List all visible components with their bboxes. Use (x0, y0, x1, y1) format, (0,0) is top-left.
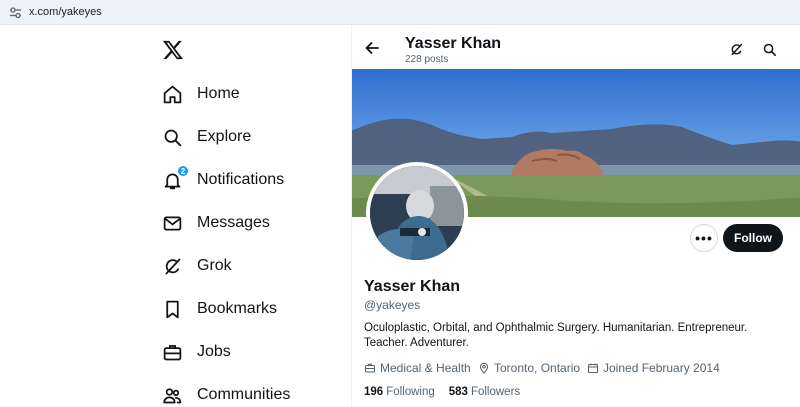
profile-joined: Joined February 2014 (587, 361, 720, 375)
grok-icon[interactable] (729, 42, 744, 57)
nav-label: Bookmarks (197, 300, 278, 317)
profile-category: Medical & Health (364, 361, 471, 375)
grok-icon (162, 256, 183, 277)
profile-handle: @yakeyes (364, 298, 421, 312)
calendar-icon (587, 363, 599, 374)
more-options-button[interactable]: ••• (690, 224, 718, 252)
mail-icon (162, 213, 183, 234)
profile-location: Toronto, Ontario (478, 361, 580, 375)
search-icon (162, 127, 183, 148)
category-text: Medical & Health (380, 361, 471, 375)
nav-label: Notifications (197, 171, 285, 188)
search-icon[interactable] (762, 42, 777, 57)
location-pin-icon (479, 362, 489, 374)
follow-counts: 196 Following 583 Followers (364, 386, 520, 398)
nav-item-notifications[interactable]: 2 Notifications (162, 164, 285, 195)
profile-name: Yasser Khan (364, 278, 461, 295)
nav-label: Messages (197, 214, 270, 231)
briefcase-icon (162, 342, 183, 363)
header-post-count: 228 posts (405, 54, 449, 65)
nav-item-bookmarks[interactable]: Bookmarks (162, 294, 277, 324)
profile-column: Yasser Khan 228 posts ••• Follow Yasser … (351, 25, 800, 407)
briefcase-icon (364, 363, 376, 373)
bookmark-icon (162, 299, 183, 320)
followers-count: 583 (448, 386, 468, 398)
nav-item-communities[interactable]: Communities (162, 380, 290, 407)
nav-item-explore[interactable]: Explore (162, 122, 251, 152)
location-text: Toronto, Ontario (494, 361, 581, 375)
home-icon (162, 84, 183, 105)
people-icon (162, 385, 183, 406)
profile-bio: Oculoplastic, Orbital, and Ophthalmic Su… (364, 322, 748, 349)
site-settings-icon[interactable] (9, 6, 22, 19)
header-title: Yasser Khan (405, 35, 502, 52)
bell-icon: 2 (162, 164, 189, 191)
joined-text: Joined February 2014 (603, 361, 720, 375)
nav-item-jobs[interactable]: Jobs (162, 337, 231, 367)
notification-badge: 2 (177, 164, 189, 177)
profile-avatar[interactable] (366, 162, 468, 264)
nav-label: Communities (197, 386, 291, 403)
following-link[interactable]: 196 Following (364, 386, 435, 398)
follow-button[interactable]: Follow (723, 224, 783, 252)
nav-item-messages[interactable]: Messages (162, 208, 270, 238)
browser-address-bar[interactable]: x.com/yakeyes (0, 0, 800, 25)
nav-item-grok[interactable]: Grok (162, 251, 232, 281)
nav-label: Grok (197, 257, 232, 274)
url-text[interactable]: x.com/yakeyes (29, 6, 102, 19)
following-label: Following (386, 386, 435, 398)
nav-item-home[interactable]: Home (162, 79, 240, 109)
nav-label: Jobs (197, 343, 231, 360)
back-arrow-icon[interactable] (364, 40, 380, 56)
nav-label: Explore (197, 128, 252, 145)
following-count: 196 (364, 386, 384, 398)
profile-header-bar: Yasser Khan 228 posts (352, 25, 800, 69)
followers-label: Followers (470, 386, 521, 398)
nav-label: Home (197, 85, 240, 102)
followers-link[interactable]: 583 Followers (449, 386, 520, 398)
x-logo-icon[interactable] (162, 39, 184, 61)
